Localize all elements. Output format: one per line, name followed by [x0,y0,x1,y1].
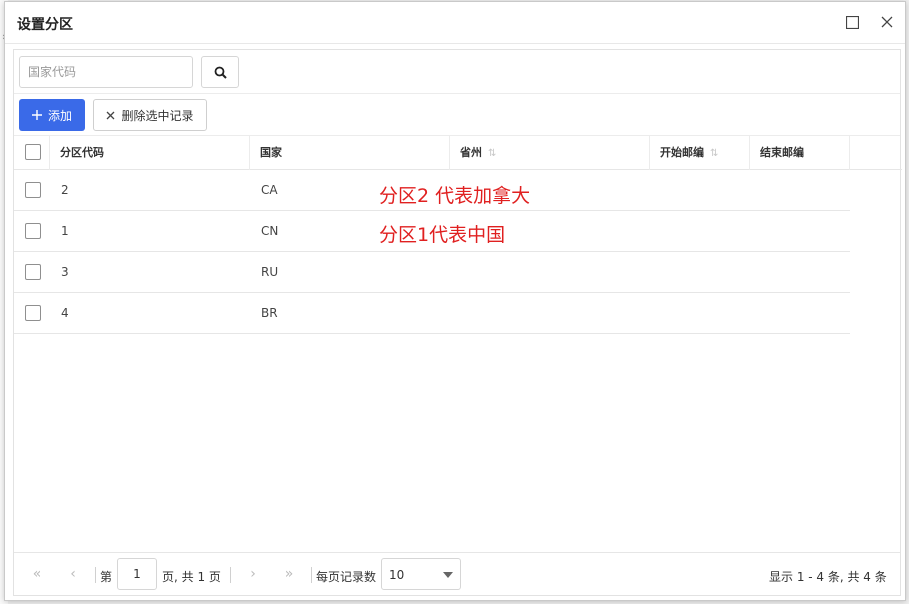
sort-icon[interactable]: ⇅ [488,148,496,159]
column-header-end-zip[interactable]: 结束邮编 [750,136,850,170]
double-chevron-left-icon: « [32,566,42,582]
sort-icon[interactable]: ⇅ [710,148,718,159]
search-button[interactable] [201,56,239,88]
column-header-country[interactable]: 国家 [250,136,450,170]
country-cell: CN [261,224,279,238]
row-checkbox[interactable] [25,223,41,239]
row-checkbox[interactable] [25,182,41,198]
annotation-canada: 分区2 代表加拿大 [379,185,531,207]
page-number-input[interactable] [117,558,157,590]
partition-code-cell: 4 [61,306,69,320]
plus-icon [31,110,42,120]
annotation-china: 分区1代表中国 [379,224,506,246]
maximize-icon [845,15,859,29]
country-cell: CA [261,183,278,197]
country-code-search-input[interactable] [19,56,193,88]
close-button[interactable] [878,13,896,31]
divider [230,567,231,583]
table-row[interactable]: 4 BR [14,293,850,334]
search-icon [214,66,227,79]
table-header: 分区代码 国家 省州 ⇅ 开始邮编 ⇅ 结束邮编 [14,136,902,170]
maximize-button[interactable] [843,13,861,31]
row-checkbox[interactable] [25,305,41,321]
action-toolbar: 添加 删除选中记录 [14,94,900,136]
chevron-left-icon: ‹ [70,566,76,582]
header-checkbox-cell [14,136,50,170]
dialog-title: 设置分区 [17,17,73,33]
double-chevron-right-icon: » [284,566,294,582]
column-header-start-zip[interactable]: 开始邮编 ⇅ [650,136,750,170]
table-row[interactable]: 3 RU [14,252,850,293]
previous-page-button[interactable]: ‹ [64,565,82,583]
content-panel: 添加 删除选中记录 分区代码 国家 省州⇅ 开始邮编⇅ 结束邮编 2 [13,49,902,596]
chevron-right-icon: › [250,566,256,582]
pagination-bar: « ‹ 第 页, 共 1 页 › » 每页记录数 10 显示 1 - 4 条, … [14,552,900,596]
country-cell: RU [261,265,279,279]
divider [311,567,312,583]
last-page-button[interactable]: » [280,565,298,583]
first-page-button[interactable]: « [28,565,46,583]
close-icon [881,16,893,28]
delete-selected-button[interactable]: 删除选中记录 [93,99,207,131]
per-page-value: 10 [389,568,405,582]
dialog-titlebar: 设置分区 [5,2,905,44]
partition-code-cell: 2 [61,183,69,197]
divider [95,567,96,583]
next-page-button[interactable]: › [244,565,262,583]
column-header-partition-code[interactable]: 分区代码 [50,136,250,170]
per-page-select[interactable]: 10 [381,558,461,590]
add-button[interactable]: 添加 [19,99,85,131]
delete-button-label: 删除选中记录 [121,108,194,123]
caret-down-icon [443,572,453,578]
partition-dialog: 设置分区 添加 删除选中记录 [4,1,906,601]
add-button-label: 添加 [47,108,72,123]
record-summary: 显示 1 - 4 条, 共 4 条 [769,570,887,584]
row-checkbox[interactable] [25,264,41,280]
select-all-checkbox[interactable] [25,144,41,160]
search-toolbar [14,50,900,94]
partition-code-cell: 1 [61,224,69,238]
column-header-province[interactable]: 省州 ⇅ [450,136,650,170]
country-cell: BR [261,306,278,320]
page-prefix-label: 第 [100,570,113,584]
close-icon [107,111,115,119]
page-suffix-label: 页, 共 1 页 [162,570,221,584]
partition-code-cell: 3 [61,265,69,279]
per-page-label: 每页记录数 [316,570,377,584]
